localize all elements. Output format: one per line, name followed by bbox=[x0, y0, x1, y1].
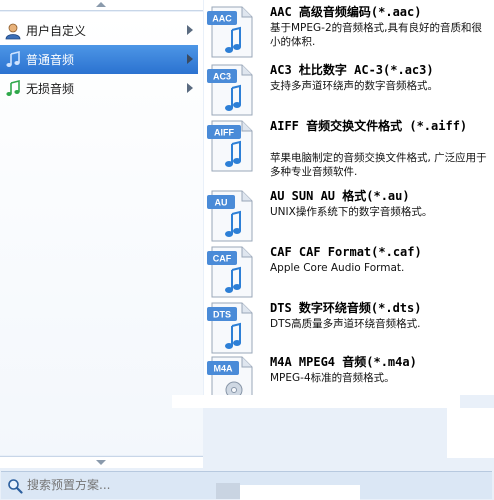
format-title: M4A MPEG4 音频(*.m4a) bbox=[270, 355, 417, 369]
svg-text:AAC: AAC bbox=[212, 14, 232, 24]
format-item-aac[interactable]: AAC AAC 高级音频编码(*.aac) 基于MPEG-2的音频格式,具有良好… bbox=[204, 4, 494, 58]
sidebar-scroll-down[interactable] bbox=[0, 456, 203, 468]
blank-area bbox=[172, 395, 460, 408]
user-icon bbox=[5, 23, 21, 40]
audio-file-icon: AAC bbox=[207, 6, 253, 58]
format-description: MPEG-4标准的音频格式。 bbox=[270, 372, 395, 384]
chevron-right-icon bbox=[187, 54, 193, 64]
format-description: DTS高质量多声道环绕音频格式. bbox=[270, 318, 421, 330]
blank-area bbox=[240, 485, 360, 500]
svg-text:AIFF: AIFF bbox=[214, 128, 234, 138]
format-item-ac3[interactable]: AC3 AC3 杜比数字 AC-3(*.ac3) 支持多声道环绕声的数字音频格式… bbox=[204, 62, 494, 116]
svg-text:CAF: CAF bbox=[213, 254, 232, 264]
blank-area bbox=[447, 408, 494, 458]
chevron-right-icon bbox=[187, 83, 193, 93]
audio-file-icon: AC3 bbox=[207, 64, 253, 116]
format-description: 支持多声道环绕声的数字音频格式。 bbox=[270, 80, 438, 92]
search-input[interactable] bbox=[27, 476, 227, 494]
format-title: CAF CAF Format(*.caf) bbox=[270, 245, 422, 259]
chevron-right-icon bbox=[187, 25, 193, 35]
audio-file-icon: CAF bbox=[207, 246, 253, 298]
sidebar-item-lossless-audio[interactable]: 无损音频 bbox=[0, 74, 198, 103]
resize-grip[interactable] bbox=[216, 483, 240, 499]
music-note-icon bbox=[6, 80, 20, 96]
svg-text:AC3: AC3 bbox=[213, 72, 231, 82]
format-item-au[interactable]: AU AU SUN AU 格式(*.au) UNIX操作系统下的数字音频格式。 bbox=[204, 188, 494, 242]
format-title: DTS 数字环绕音频(*.dts) bbox=[270, 301, 422, 315]
sidebar-item-label: 无损音频 bbox=[26, 82, 75, 96]
audio-file-icon: AIFF bbox=[207, 120, 253, 172]
format-title: AC3 杜比数字 AC-3(*.ac3) bbox=[270, 63, 434, 77]
format-description: 苹果电脑制定的音频交换文件格式, 广泛应用于多种专业音频软件. bbox=[270, 152, 487, 178]
audio-file-icon: AU bbox=[207, 190, 253, 242]
format-item-m4a[interactable]: M4A M4A MPEG4 音频(*.m4a) MPEG-4标准的音频格式。 bbox=[204, 354, 494, 408]
music-note-icon bbox=[6, 51, 20, 67]
format-description: 基于MPEG-2的音频格式,具有良好的音质和很小的体积. bbox=[270, 22, 482, 48]
arrow-up-icon bbox=[96, 2, 106, 7]
format-item-caf[interactable]: CAF CAF CAF Format(*.caf) Apple Core Aud… bbox=[204, 244, 494, 298]
format-description: Apple Core Audio Format. bbox=[270, 262, 405, 274]
svg-text:AU: AU bbox=[215, 198, 228, 208]
format-title: AAC 高级音频编码(*.aac) bbox=[270, 5, 422, 19]
sidebar-item-label: 用户自定义 bbox=[26, 24, 87, 38]
svg-text:M4A: M4A bbox=[213, 364, 233, 374]
format-title: AU SUN AU 格式(*.au) bbox=[270, 189, 410, 203]
arrow-down-icon bbox=[96, 460, 106, 465]
format-title: AIFF 音频交换文件格式 (*.aiff) bbox=[270, 119, 468, 133]
sidebar-item-common-audio[interactable]: 普通音频 bbox=[0, 45, 198, 74]
search-icon bbox=[8, 479, 23, 494]
sidebar-scroll-up[interactable] bbox=[0, 0, 203, 11]
sidebar-item-label: 普通音频 bbox=[26, 53, 75, 67]
svg-text:DTS: DTS bbox=[213, 310, 231, 320]
preset-panel: 用户自定义 普通音频 无损音频 AAC AAC 高级音频编码(*.aac) 基于… bbox=[0, 0, 494, 500]
format-item-dts[interactable]: DTS DTS 数字环绕音频(*.dts) DTS高质量多声道环绕音频格式. bbox=[204, 300, 494, 354]
format-list: AAC AAC 高级音频编码(*.aac) 基于MPEG-2的音频格式,具有良好… bbox=[204, 0, 494, 408]
sidebar-item-custom[interactable]: 用户自定义 bbox=[0, 16, 198, 45]
category-sidebar: 用户自定义 普通音频 无损音频 bbox=[0, 12, 203, 455]
format-item-aiff[interactable]: AIFF AIFF 音频交换文件格式 (*.aiff) 苹果电脑制定的音频交换文… bbox=[204, 118, 494, 182]
audio-file-icon: DTS bbox=[207, 302, 253, 354]
format-description: UNIX操作系统下的数字音频格式。 bbox=[270, 206, 433, 218]
